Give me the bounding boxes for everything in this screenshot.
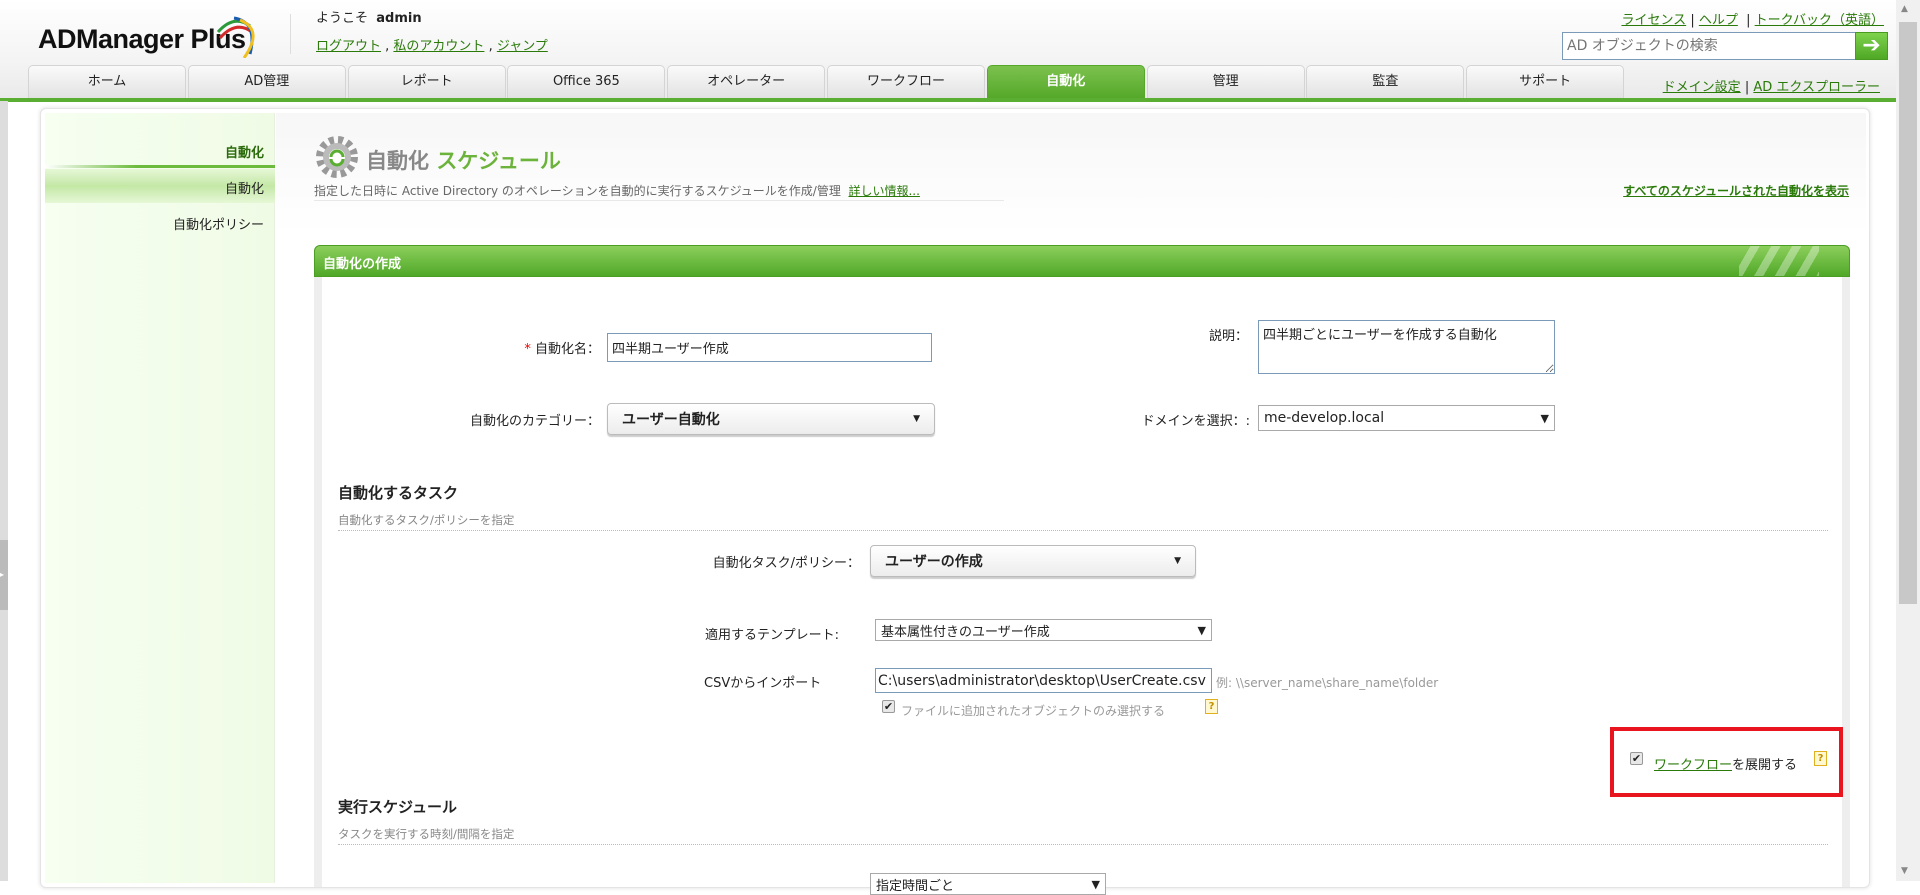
more-info-link[interactable]: 詳しい情報...: [848, 184, 919, 198]
help-icon[interactable]: ?: [1814, 751, 1827, 766]
schedule-section-title: 実行スケジュール: [338, 798, 457, 816]
sidebar-divider: [45, 165, 275, 168]
description-label: 説明：: [1208, 329, 1248, 344]
category-label: 自動化のカテゴリー：: [469, 414, 600, 429]
panel-header: 自動化の作成: [314, 245, 1850, 277]
category-select[interactable]: ユーザー自動化 ▼: [607, 403, 935, 435]
sub-links: ドメイン設定 | AD エクスプローラー: [1662, 80, 1880, 95]
domain-select[interactable]: me-develop.local ▼: [1258, 405, 1555, 431]
logout-link[interactable]: ログアウト: [316, 39, 381, 54]
csv-path-input[interactable]: [875, 668, 1212, 693]
template-selected: 基本属性付きのユーザー作成: [881, 624, 1050, 640]
welcome-text: ようこそ admin: [316, 7, 422, 26]
panel-stripes: [1739, 246, 1819, 276]
automation-name-label-text: 自動化名：: [534, 342, 600, 357]
username: admin: [376, 11, 422, 26]
schedule-type-selected: 指定時間ごと: [876, 878, 955, 894]
sidebar: 自動化 自動化 自動化ポリシー: [45, 113, 275, 883]
task-policy-selected: ユーザーの作成: [885, 554, 983, 570]
collapse-handle[interactable]: ▸: [0, 540, 8, 610]
automation-name-input[interactable]: [607, 333, 932, 362]
page-description: 指定した日時に Active Directory のオペレーションを自動的に実行…: [314, 182, 920, 199]
only-file-objects-checkbox[interactable]: ✔: [882, 700, 895, 713]
arrow-right-icon: ➔: [1862, 33, 1881, 58]
task-policy-select[interactable]: ユーザーの作成 ▼: [870, 545, 1196, 577]
chevron-down-icon: ▼: [1091, 877, 1100, 891]
template-select[interactable]: 基本属性付きのユーザー作成 ▼: [875, 619, 1212, 641]
template-label: 適用するテンプレート:: [705, 628, 839, 643]
page-title-part2: スケジュール: [436, 149, 561, 173]
category-selected: ユーザー自動化: [622, 412, 720, 428]
task-section-subtitle: 自動化するタスク/ポリシーを指定: [338, 513, 515, 527]
my-account-link[interactable]: 私のアカウント: [393, 39, 484, 54]
description-divider: [314, 200, 1004, 201]
ad-explorer-link[interactable]: AD エクスプローラー: [1753, 80, 1880, 95]
chevron-down-icon: ▼: [1197, 623, 1206, 637]
logo-arc-icon: [216, 16, 255, 58]
welcome-label: ようこそ: [316, 11, 369, 26]
sidebar-heading: 自動化: [224, 146, 264, 161]
schedule-divider: [338, 844, 1828, 845]
page-description-text: 指定した日時に Active Directory のオペレーションを自動的に実行…: [314, 184, 841, 198]
view-all-scheduled-link[interactable]: すべてのスケジュールされた自動化を表示: [1623, 182, 1849, 199]
task-section-title: 自動化するタスク: [338, 484, 459, 502]
tab-7[interactable]: 管理: [1146, 65, 1305, 98]
license-link[interactable]: ライセンス: [1621, 13, 1686, 28]
ad-object-search-input[interactable]: [1562, 32, 1856, 60]
page-title-part1: 自動化: [366, 149, 429, 173]
scrollbar-thumb[interactable]: [1899, 22, 1917, 604]
tab-9[interactable]: サポート: [1466, 65, 1625, 98]
chevron-down-icon: ▼: [913, 414, 920, 424]
deploy-workflow-checkbox[interactable]: ✔: [1630, 752, 1643, 765]
tab-8[interactable]: 監査: [1306, 65, 1465, 98]
help-icon[interactable]: ?: [1205, 699, 1218, 714]
panel-title: 自動化の作成: [323, 257, 402, 272]
domain-settings-link[interactable]: ドメイン設定: [1663, 80, 1741, 95]
left-edge: [0, 101, 8, 881]
workflow-link[interactable]: ワークフロー: [1654, 758, 1732, 773]
help-link[interactable]: ヘルプ: [1699, 13, 1738, 28]
only-file-objects-label: ファイルに追加されたオブジェクトのみ選択する: [901, 704, 1166, 718]
required-asterisk: *: [524, 342, 531, 357]
tab-6[interactable]: 自動化: [986, 65, 1145, 98]
deploy-workflow-suffix: を展開する: [1732, 758, 1798, 773]
tab-underline: [0, 98, 1896, 102]
scroll-up-icon[interactable]: ▲: [1901, 4, 1908, 14]
chevron-down-icon: ▼: [1540, 411, 1549, 425]
domain-label: ドメインを選択：:: [1141, 414, 1250, 429]
tab-0[interactable]: ホーム: [28, 65, 186, 98]
description-textarea[interactable]: 四半期ごとにユーザーを作成する自動化: [1258, 320, 1555, 374]
task-policy-label: 自動化タスク/ポリシー：: [712, 556, 860, 571]
header-divider: [290, 14, 291, 54]
csv-example-text: 例: \\server_name\share_name\folder: [1216, 676, 1439, 690]
tab-4[interactable]: オペレーター: [667, 65, 826, 98]
talkback-link[interactable]: トークバック（英語）: [1755, 13, 1884, 28]
user-links: ログアウト , 私のアカウント , ジャンプ: [316, 39, 548, 54]
task-divider: [338, 530, 1828, 531]
chevron-down-icon: ▼: [1174, 556, 1181, 566]
deploy-workflow-label: ワークフローを展開する: [1654, 754, 1797, 773]
automation-name-label: * 自動化名：: [400, 338, 600, 357]
tab-3[interactable]: Office 365: [507, 65, 666, 98]
search-go-button[interactable]: ➔: [1855, 32, 1888, 60]
gear-icon: [316, 136, 358, 178]
sidebar-item-automation-policy[interactable]: 自動化ポリシー: [173, 214, 264, 233]
page-title: 自動化 スケジュール: [366, 145, 561, 175]
top-right-links: ライセンス | ヘルプ | トークバック（英語）: [1621, 13, 1884, 28]
jump-link[interactable]: ジャンプ: [497, 39, 548, 54]
tab-2[interactable]: レポート: [347, 65, 506, 98]
domain-selected: me-develop.local: [1264, 410, 1385, 426]
sidebar-item-automation-label: 自動化: [224, 182, 264, 197]
tab-5[interactable]: ワークフロー: [826, 65, 985, 98]
schedule-section-subtitle: タスクを実行する時刻/間隔を指定: [338, 827, 515, 841]
scroll-down-icon[interactable]: ▼: [1901, 866, 1908, 876]
tab-1[interactable]: AD管理: [187, 65, 346, 98]
schedule-type-select[interactable]: 指定時間ごと ▼: [870, 873, 1106, 895]
csv-import-label: CSVからインポート: [704, 676, 822, 691]
